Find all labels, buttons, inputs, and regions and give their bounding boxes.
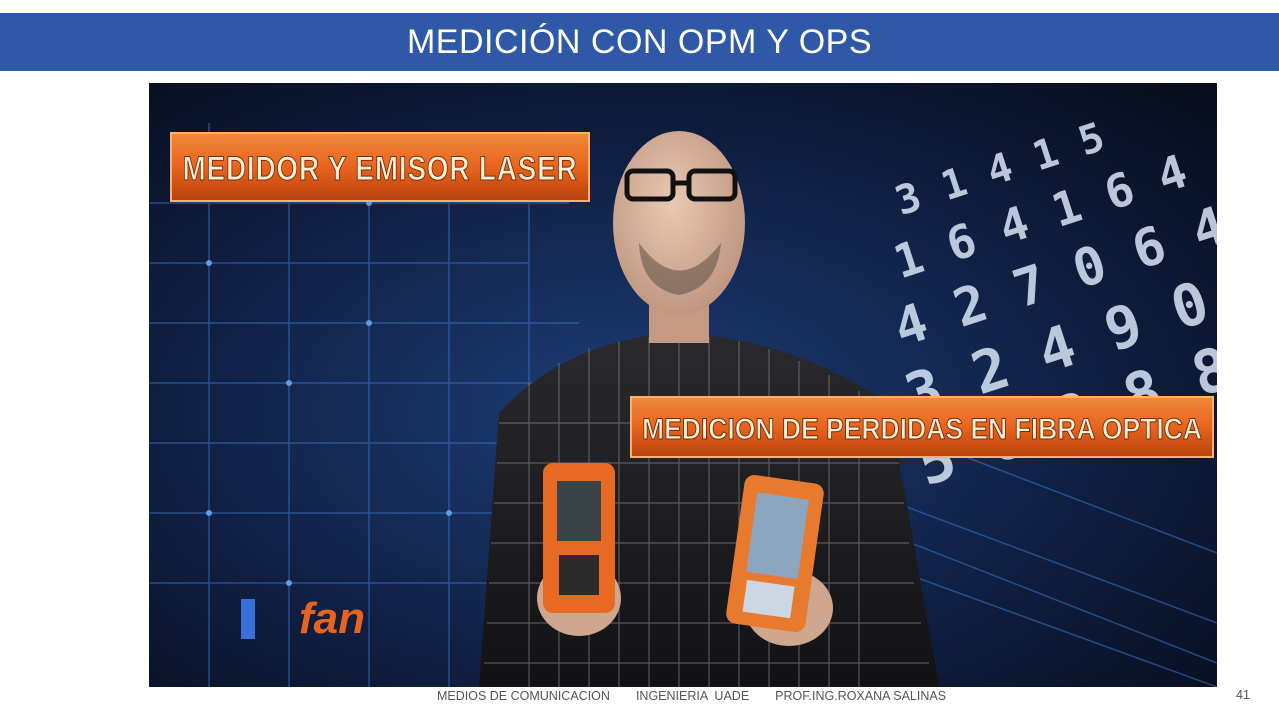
video-frame-graphic: 3 1 4 1 5 1 6 4 1 6 4 4 2 7 0 6 4 3 2 4 … — [149, 83, 1217, 687]
page-number: 41 — [1236, 688, 1250, 702]
footer-institution: INGENIERIA UADE — [635, 689, 750, 703]
slide-title: MEDICIÓN CON OPM Y OPS — [406, 22, 873, 61]
banner-bottom-text: MEDICION DE PERDIDAS EN FIBRA OPTICA — [642, 413, 1202, 446]
logo-mark — [241, 599, 255, 639]
footer-professor: PROF.ING.ROXANA SALINAS — [775, 689, 947, 703]
footer-course: MEDIOS DE COMUNICACION — [437, 689, 610, 703]
slide-footer: MEDIOS DE COMUNICACION INGENIERIA UADE PRO… — [437, 689, 972, 703]
video-thumbnail[interactable]: 3 1 4 1 5 1 6 4 1 6 4 4 2 7 0 6 4 3 2 4 … — [149, 83, 1217, 687]
opm-device — [543, 463, 615, 613]
title-bar: MEDICIÓN CON OPM Y OPS — [0, 13, 1279, 71]
logo-text: fan — [299, 594, 365, 643]
banner-top-text: MEDIDOR Y EMISOR LASER — [183, 150, 578, 188]
